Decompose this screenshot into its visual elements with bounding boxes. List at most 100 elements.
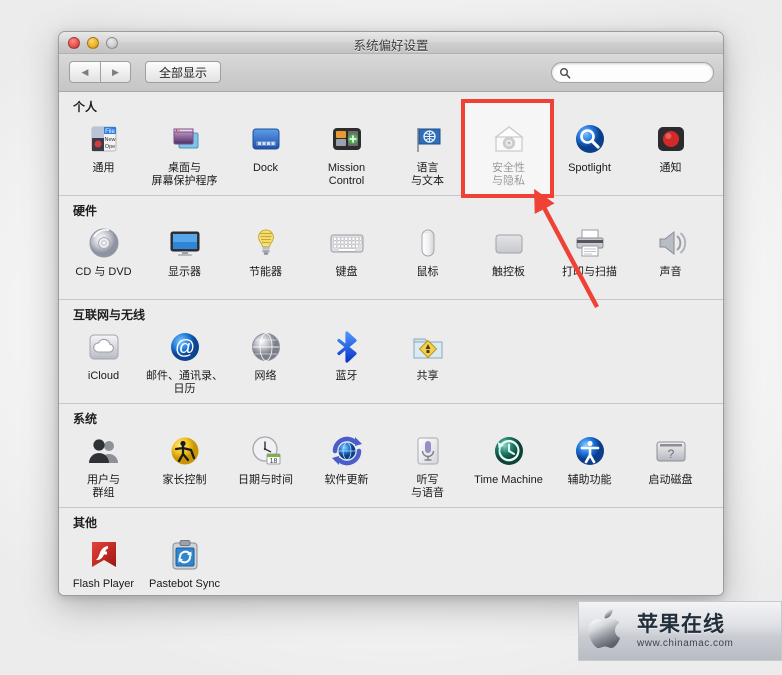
preference-pane-language-text[interactable]: 语言 与文本 — [387, 117, 468, 189]
preference-pane-sharing[interactable]: 共享 — [387, 325, 468, 397]
preference-pane-icloud[interactable]: iCloud — [63, 325, 144, 397]
preference-pane-startup-disk[interactable]: ? 启动磁盘 — [630, 429, 711, 501]
preference-pane-date-time[interactable]: 18 日期与时间 — [225, 429, 306, 501]
section-title: 其他 — [73, 516, 98, 530]
preference-pane-users-groups[interactable]: 用户与 群组 — [63, 429, 144, 501]
svg-text:Ope: Ope — [104, 144, 114, 150]
pastebot-sync-icon — [165, 535, 205, 575]
preference-pane-cd-dvd[interactable]: CD 与 DVD — [63, 221, 144, 293]
show-all-button[interactable]: 全部显示 — [145, 61, 222, 83]
startup-disk-icon: ? — [651, 431, 691, 471]
preference-pane-network[interactable]: 网络 — [225, 325, 306, 397]
preference-pane-label: 通用 — [92, 162, 115, 174]
network-icon — [246, 327, 286, 367]
accessibility-icon — [570, 431, 610, 471]
preference-pane-keyboard[interactable]: 键盘 — [306, 221, 387, 293]
preference-pane-mail-contacts-calendars[interactable]: @ 邮件、通讯录、 日历 — [144, 325, 225, 397]
preference-pane-label: 听写 与语音 — [411, 474, 444, 499]
preference-pane-label: 日期与时间 — [238, 474, 293, 486]
software-update-icon — [327, 431, 367, 471]
preference-pane-label: 蓝牙 — [335, 370, 358, 382]
preference-pane-trackpad[interactable]: 触控板 — [468, 221, 549, 293]
search-input[interactable] — [575, 66, 705, 79]
preference-pane-accessibility[interactable]: 辅助功能 — [549, 429, 630, 501]
preference-pane-mouse[interactable]: 鼠标 — [387, 221, 468, 293]
preference-pane-label: 软件更新 — [324, 474, 369, 486]
preference-pane-energy-saver[interactable]: 节能器 — [225, 221, 306, 293]
svg-text:?: ? — [667, 447, 674, 461]
icloud-icon — [84, 327, 124, 367]
preference-pane-label: 共享 — [416, 370, 439, 382]
watermark-text: 苹果在线 www.chinamac.com — [637, 613, 733, 649]
window-title: 系统偏好设置 — [353, 39, 429, 53]
mouse-icon — [408, 223, 448, 263]
preference-pane-security-privacy[interactable]: 安全性 与隐私 — [468, 117, 549, 189]
preference-pane-label: 键盘 — [335, 266, 358, 278]
cd-dvd-icon — [84, 223, 124, 263]
preference-pane-label: 显示器 — [168, 266, 201, 278]
preference-pane-label: 启动磁盘 — [648, 474, 693, 486]
svg-text:@: @ — [174, 337, 194, 359]
print-scan-icon — [570, 223, 610, 263]
preference-pane-dictation-speech[interactable]: 听写 与语音 — [387, 429, 468, 501]
window-titlebar: 系统偏好设置 — [59, 32, 723, 54]
preference-section: 硬件 CD 与 DVD 显示器 节能器 键盘 鼠标 触控板 打印与扫描 声音 — [59, 195, 723, 299]
spotlight-icon — [570, 119, 610, 159]
displays-icon — [165, 223, 205, 263]
preference-pane-displays[interactable]: 显示器 — [144, 221, 225, 293]
show-all-label: 全部显示 — [159, 65, 208, 80]
sharing-icon — [408, 327, 448, 367]
preference-pane-notifications[interactable]: 通知 — [630, 117, 711, 189]
svg-text:18: 18 — [269, 458, 277, 465]
preference-pane-label: 桌面与 屏幕保护程序 — [151, 162, 218, 187]
forward-button[interactable]: ▶ — [100, 61, 131, 83]
svg-text:File: File — [105, 129, 115, 135]
dock-icon — [246, 119, 286, 159]
preference-pane-flash-player[interactable]: Flash Player — [63, 533, 144, 595]
preference-pane-pastebot-sync[interactable]: Pastebot Sync — [144, 533, 225, 595]
section-icon-grid: 用户与 群组 家长控制 18 日期与时间 软件更新 听写 与语音 Time Ma… — [59, 429, 723, 507]
preference-pane-label: 打印与扫描 — [562, 266, 617, 278]
preference-pane-time-machine[interactable]: Time Machine — [468, 429, 549, 501]
preference-pane-label: 鼠标 — [416, 266, 439, 278]
preference-pane-parental-controls[interactable]: 家长控制 — [144, 429, 225, 501]
preference-pane-dock[interactable]: Dock — [225, 117, 306, 189]
preference-pane-general[interactable]: File New Ope 通用 — [63, 117, 144, 189]
forward-arrow-icon: ▶ — [112, 66, 119, 77]
preference-pane-label: 通知 — [659, 162, 682, 174]
search-field[interactable] — [551, 62, 714, 83]
preference-section: 互联网与无线 iCloud @ 邮件、通讯录、 日历 网络 蓝牙 共享 — [59, 299, 723, 403]
search-icon — [559, 67, 571, 79]
preference-pane-mission-control[interactable]: Mission Control — [306, 117, 387, 189]
navigation-button-group: ◀ ▶ — [69, 61, 131, 83]
mission-control-icon — [327, 119, 367, 159]
preference-pane-label: 家长控制 — [162, 474, 207, 486]
mail-contacts-calendars-icon: @ — [165, 327, 205, 367]
dictation-speech-icon — [408, 431, 448, 471]
section-title: 系统 — [73, 412, 98, 426]
preference-pane-label: iCloud — [87, 370, 120, 382]
preference-pane-label: 邮件、通讯录、 日历 — [146, 370, 223, 395]
watermark-url: www.chinamac.com — [637, 638, 734, 649]
apple-logo-icon — [579, 602, 633, 661]
preference-pane-desktop-screensaver[interactable]: 桌面与 屏幕保护程序 — [144, 117, 225, 189]
section-title: 互联网与无线 — [73, 308, 146, 322]
preference-pane-print-scan[interactable]: 打印与扫描 — [549, 221, 630, 293]
flash-player-icon — [84, 535, 124, 575]
preference-pane-bluetooth[interactable]: 蓝牙 — [306, 325, 387, 397]
preference-pane-label: 触控板 — [492, 266, 525, 278]
preference-pane-label: 语言 与文本 — [411, 162, 444, 187]
preference-pane-label: 用户与 群组 — [87, 474, 120, 499]
preference-pane-label: 网络 — [254, 370, 277, 382]
desktop-screensaver-icon — [165, 119, 205, 159]
preference-pane-label: 声音 — [659, 266, 682, 278]
preference-pane-label: CD 与 DVD — [75, 266, 132, 278]
preference-pane-label: 节能器 — [249, 266, 282, 278]
preference-pane-sound[interactable]: 声音 — [630, 221, 711, 293]
preference-pane-spotlight[interactable]: Spotlight — [549, 117, 630, 189]
time-machine-icon — [489, 431, 529, 471]
trackpad-icon — [489, 223, 529, 263]
preference-pane-software-update[interactable]: 软件更新 — [306, 429, 387, 501]
preference-pane-label: Flash Player — [72, 578, 135, 590]
back-button[interactable]: ◀ — [69, 61, 100, 83]
